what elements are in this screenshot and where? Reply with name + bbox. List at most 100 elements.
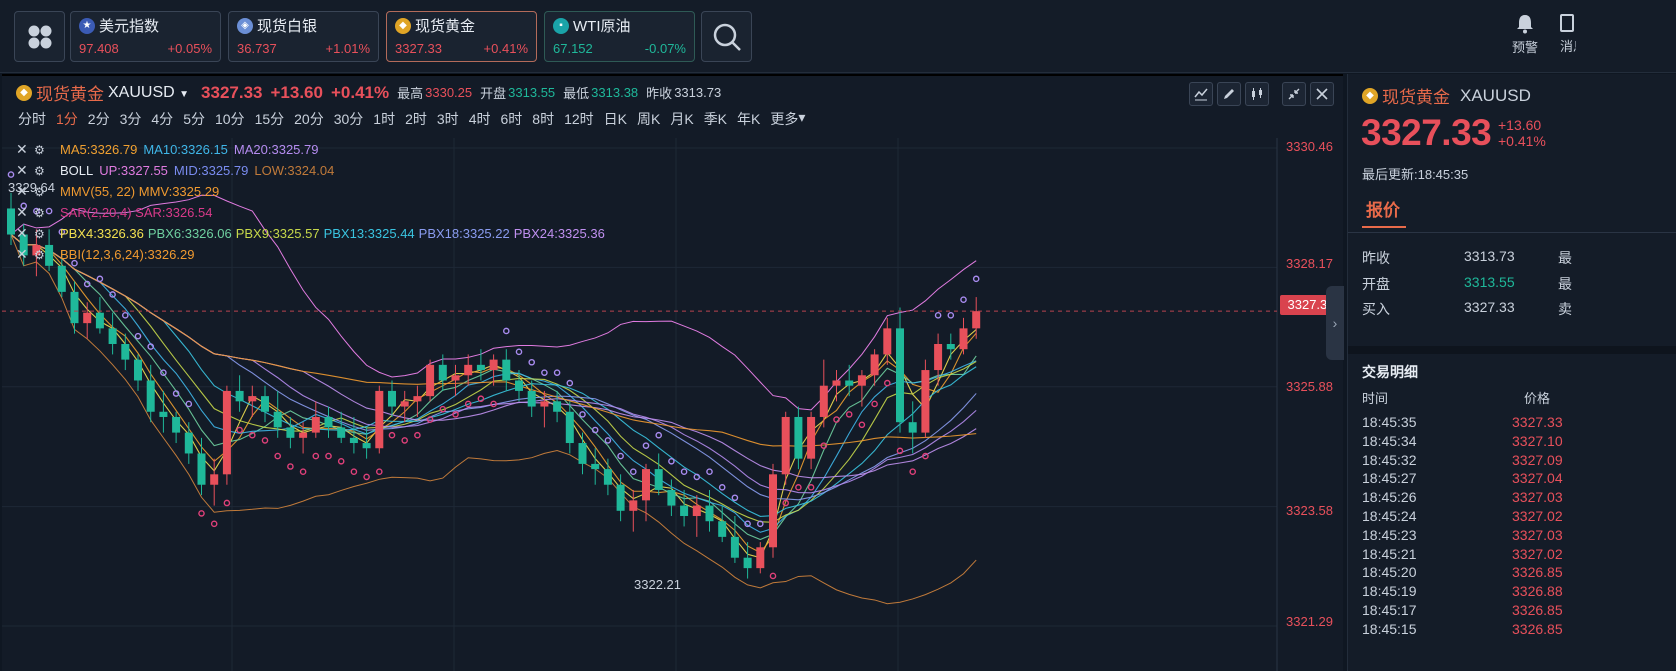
sar-dot	[807, 484, 815, 491]
deal-time: 18:45:23	[1362, 526, 1417, 543]
indicator-bbi: ✕ ⚙ BBI(12,3,6,24):3326.29	[16, 246, 194, 263]
indicator-line	[10, 234, 977, 554]
sar-dot	[287, 463, 294, 470]
period-option[interactable]: 15分	[255, 109, 285, 129]
settings-icon[interactable]: ⚙	[34, 164, 54, 178]
period-option[interactable]: 5分	[183, 109, 205, 129]
ticker-gold[interactable]: ◆ 现货黄金 3327.33 +0.41%	[386, 11, 537, 62]
period-option[interactable]: 3分	[120, 109, 142, 129]
candle-body	[400, 401, 409, 407]
quote-row: 昨收 3313.73 最	[1362, 248, 1676, 268]
high-label: 最高	[397, 86, 424, 101]
period-option[interactable]: 分时	[18, 109, 46, 129]
symbol-switcher[interactable]: XAUUSD ▼	[108, 84, 189, 102]
deal-row: 18:45:17 3326.85	[1362, 602, 1676, 620]
candle-body	[642, 469, 650, 501]
boll-low-value: LOW:3324.04	[254, 163, 335, 178]
ticker-usd-index[interactable]: ★ 美元指数 97.408 +0.05%	[70, 11, 221, 62]
candle-body	[832, 380, 841, 386]
candle-body	[375, 390, 384, 449]
candle-body	[616, 484, 625, 511]
close-icon[interactable]: ✕	[16, 141, 34, 158]
caret-down-icon: ▾	[798, 109, 806, 125]
sar-dot	[731, 494, 739, 502]
period-option[interactable]: 2时	[405, 109, 427, 129]
candle-body	[121, 343, 130, 360]
settings-icon[interactable]: ⚙	[34, 227, 54, 241]
sar-dot	[236, 426, 243, 434]
candle-body	[476, 364, 485, 371]
quote-row-label-cut: 最	[1558, 276, 1572, 292]
ticker-wti-oil[interactable]: ▪ WTI原油 67.152 -0.07%	[544, 11, 695, 62]
search-button[interactable]	[701, 11, 752, 62]
period-option[interactable]: 2分	[88, 109, 110, 129]
candle-body	[845, 380, 854, 386]
quote-change-abs: +13.60	[1498, 117, 1542, 133]
alert-button[interactable]: 预警	[1505, 14, 1545, 56]
period-option[interactable]: 12时	[564, 109, 594, 129]
close-icon[interactable]: ✕	[16, 225, 34, 242]
expand-panel-button[interactable]: ›	[1326, 286, 1344, 360]
chart-type-button[interactable]	[1245, 82, 1269, 106]
quote-row-label: 买入	[1362, 301, 1390, 317]
period-option[interactable]: 月K	[670, 109, 693, 129]
collapse-button[interactable]	[1282, 82, 1306, 106]
ticker-silver[interactable]: ◈ 现货白银 36.737 +1.01%	[228, 11, 379, 62]
candle-body	[540, 401, 549, 407]
settings-icon[interactable]: ⚙	[34, 248, 54, 262]
candle-body	[299, 432, 308, 438]
chart-panel: ◆ 现货黄金 XAUUSD ▼ 3327.33 +13.60 +0.41% 最高…	[2, 74, 1344, 671]
candle-body	[134, 359, 142, 381]
settings-icon[interactable]: ⚙	[34, 206, 54, 220]
sar-dot	[642, 442, 650, 449]
boll-up-value: UP:3327.55	[99, 163, 168, 178]
tab-quote[interactable]: 报价	[1366, 196, 1400, 221]
period-option[interactable]: 年K	[737, 109, 760, 129]
draw-tool-button[interactable]	[1217, 82, 1241, 106]
indicator-pbx: ✕ ⚙ PBX4:3326.36 PBX6:3326.06 PBX9:3325.5…	[16, 225, 605, 242]
candle-body	[515, 380, 523, 391]
close-icon[interactable]: ✕	[16, 162, 34, 179]
period-option[interactable]: 周K	[637, 109, 660, 129]
candle-body	[197, 453, 206, 485]
last-updated: 最后更新:18:45:35	[1362, 167, 1469, 182]
period-option[interactable]: 1分	[56, 109, 78, 129]
close-icon[interactable]: ✕	[16, 246, 34, 263]
candle-body	[362, 443, 371, 449]
period-option[interactable]: 20分	[294, 109, 324, 129]
messages-button[interactable]: 消息	[1560, 14, 1576, 55]
period-option[interactable]: 4时	[469, 109, 491, 129]
close-icon[interactable]: ✕	[16, 204, 34, 221]
period-option[interactable]: 30分	[334, 109, 364, 129]
period-option[interactable]: 1时	[373, 109, 395, 129]
period-option[interactable]: 3时	[437, 109, 459, 129]
chart-symbol-name: 现货黄金	[36, 85, 104, 104]
sar-dot	[375, 468, 383, 476]
candle-body	[718, 521, 727, 537]
sar-dot	[528, 358, 536, 366]
deal-time: 18:45:17	[1362, 602, 1417, 618]
candle-body	[654, 469, 663, 490]
indicator-line	[10, 234, 977, 559]
period-option[interactable]: 8时	[532, 109, 554, 129]
sar-dot	[515, 348, 523, 356]
period-option[interactable]: 6时	[500, 109, 522, 129]
pencil-icon	[1224, 89, 1234, 99]
sar-dot	[210, 520, 218, 528]
candle-body	[95, 312, 104, 329]
candle-body	[883, 328, 892, 355]
period-option[interactable]: 4分	[151, 109, 173, 129]
close-chart-button[interactable]	[1310, 82, 1334, 106]
indicator-tool-button[interactable]	[1189, 82, 1213, 106]
open-label: 开盘	[480, 86, 507, 101]
period-option[interactable]: 更多	[770, 109, 798, 129]
deal-row: 18:45:27 3327.04	[1362, 470, 1676, 488]
period-option[interactable]: 季K	[704, 109, 727, 129]
period-option[interactable]: 10分	[215, 109, 245, 129]
deal-time: 18:45:27	[1362, 470, 1417, 487]
sar-dot	[655, 431, 663, 439]
sar-dot	[960, 296, 967, 303]
period-option[interactable]: 日K	[604, 109, 627, 129]
apps-menu-button[interactable]	[14, 11, 65, 62]
settings-icon[interactable]: ⚙	[34, 143, 54, 157]
